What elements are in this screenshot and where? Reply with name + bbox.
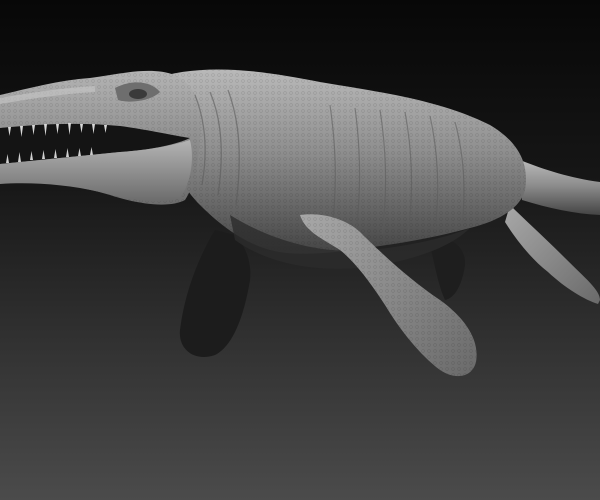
eye [129,89,147,99]
sculpt-viewport [0,0,600,500]
render-canvas [0,0,600,500]
